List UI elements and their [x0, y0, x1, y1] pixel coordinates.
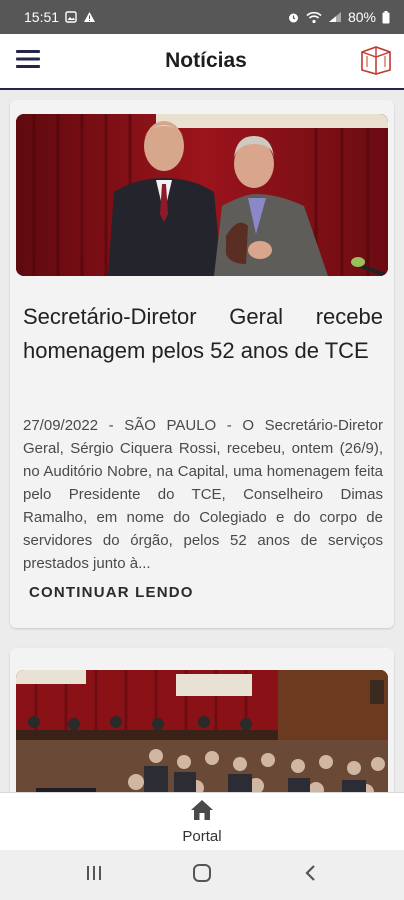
back-chevron-icon — [304, 864, 316, 887]
tce-logo-button[interactable] — [348, 33, 404, 89]
news-feed[interactable]: Secretário-Diretor Geral recebe homenage… — [0, 92, 404, 792]
warning-icon — [83, 11, 96, 23]
bottom-navigation: Portal — [0, 792, 404, 850]
image-icon — [65, 11, 77, 23]
home-button[interactable] — [182, 855, 222, 895]
news-photo — [16, 670, 388, 792]
alarm-icon — [287, 11, 300, 24]
wifi-icon — [306, 11, 322, 24]
battery-icon — [382, 10, 390, 24]
home-icon[interactable] — [190, 799, 214, 826]
news-excerpt: 27/09/2022 - SÃO PAULO - O Secretário-Di… — [23, 417, 383, 572]
news-card[interactable]: Secretário-Diretor Geral recebe homenage… — [10, 100, 394, 628]
portal-tab-label[interactable]: Portal — [182, 828, 221, 845]
status-bar: 15:51 80% — [0, 0, 404, 34]
home-circle-icon — [192, 863, 212, 888]
news-photo — [16, 114, 388, 276]
page-title: Notícias — [165, 49, 247, 72]
battery-percent: 80% — [347, 9, 376, 25]
news-card[interactable] — [10, 648, 394, 792]
back-button[interactable] — [290, 855, 330, 895]
news-headline[interactable]: Secretário-Diretor Geral recebe homenage… — [23, 300, 383, 368]
continue-reading-button[interactable]: CONTINUAR LENDO — [29, 584, 194, 601]
app-bar: Notícias — [0, 34, 404, 90]
recent-apps-icon — [85, 865, 103, 886]
book-logo-icon — [359, 43, 393, 80]
recent-apps-button[interactable] — [74, 855, 114, 895]
clock: 15:51 — [24, 9, 60, 25]
menu-button[interactable] — [0, 33, 56, 89]
system-navigation-bar — [0, 850, 404, 900]
hamburger-icon — [16, 49, 40, 74]
signal-icon — [328, 11, 342, 23]
